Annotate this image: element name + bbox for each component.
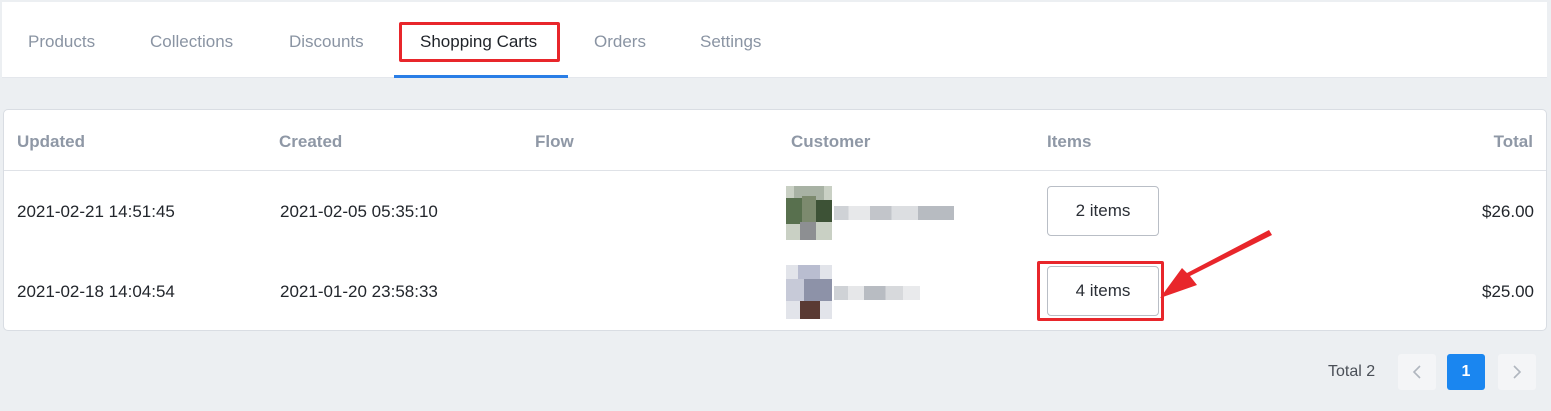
active-tab-indicator <box>394 75 568 78</box>
updated-cell: 2021-02-21 14:51:45 <box>17 202 175 221</box>
pagination-page-current[interactable]: 1 <box>1447 354 1485 390</box>
customer-name-redacted <box>834 286 920 300</box>
created-cell: 2021-01-20 23:58:33 <box>280 282 438 301</box>
column-header-updated[interactable]: Updated <box>17 132 85 152</box>
annotation-arrow-icon <box>1160 230 1272 298</box>
tab-products[interactable]: Products <box>28 2 95 78</box>
customer-avatar[interactable] <box>786 265 832 319</box>
created-cell: 2021-02-05 05:35:10 <box>280 202 438 221</box>
tab-settings[interactable]: Settings <box>700 2 761 78</box>
tab-orders[interactable]: Orders <box>594 2 646 78</box>
chevron-right-icon <box>1513 365 1522 379</box>
column-header-customer: Customer <box>791 132 871 151</box>
tab-discounts[interactable]: Discounts <box>289 2 364 78</box>
tab-shopping-carts[interactable]: Shopping Carts <box>420 2 537 78</box>
pagination-next-button[interactable] <box>1498 354 1536 390</box>
total-cell: $25.00 <box>1482 282 1534 301</box>
items-button[interactable]: 4 items <box>1047 266 1159 316</box>
items-button[interactable]: 2 items <box>1047 186 1159 236</box>
total-cell: $26.00 <box>1482 202 1534 221</box>
chevron-left-icon <box>1412 365 1421 379</box>
tab-collections[interactable]: Collections <box>150 2 233 78</box>
column-header-created[interactable]: Created <box>279 132 342 152</box>
updated-cell: 2021-02-18 14:04:54 <box>17 282 175 301</box>
customer-name-redacted <box>834 206 954 220</box>
shopping-carts-table: Updated Created Flow Customer Items Tota… <box>3 109 1547 331</box>
header-divider <box>4 170 1546 171</box>
customer-avatar[interactable] <box>786 186 832 240</box>
column-header-items: Items <box>1047 132 1092 151</box>
column-header-total[interactable]: Total <box>1494 132 1533 152</box>
top-tab-bar: Products Collections Discounts Shopping … <box>2 2 1547 78</box>
column-header-flow: Flow <box>535 132 574 151</box>
pagination-prev-button[interactable] <box>1398 354 1436 390</box>
pagination-total: Total 2 <box>1328 363 1376 380</box>
